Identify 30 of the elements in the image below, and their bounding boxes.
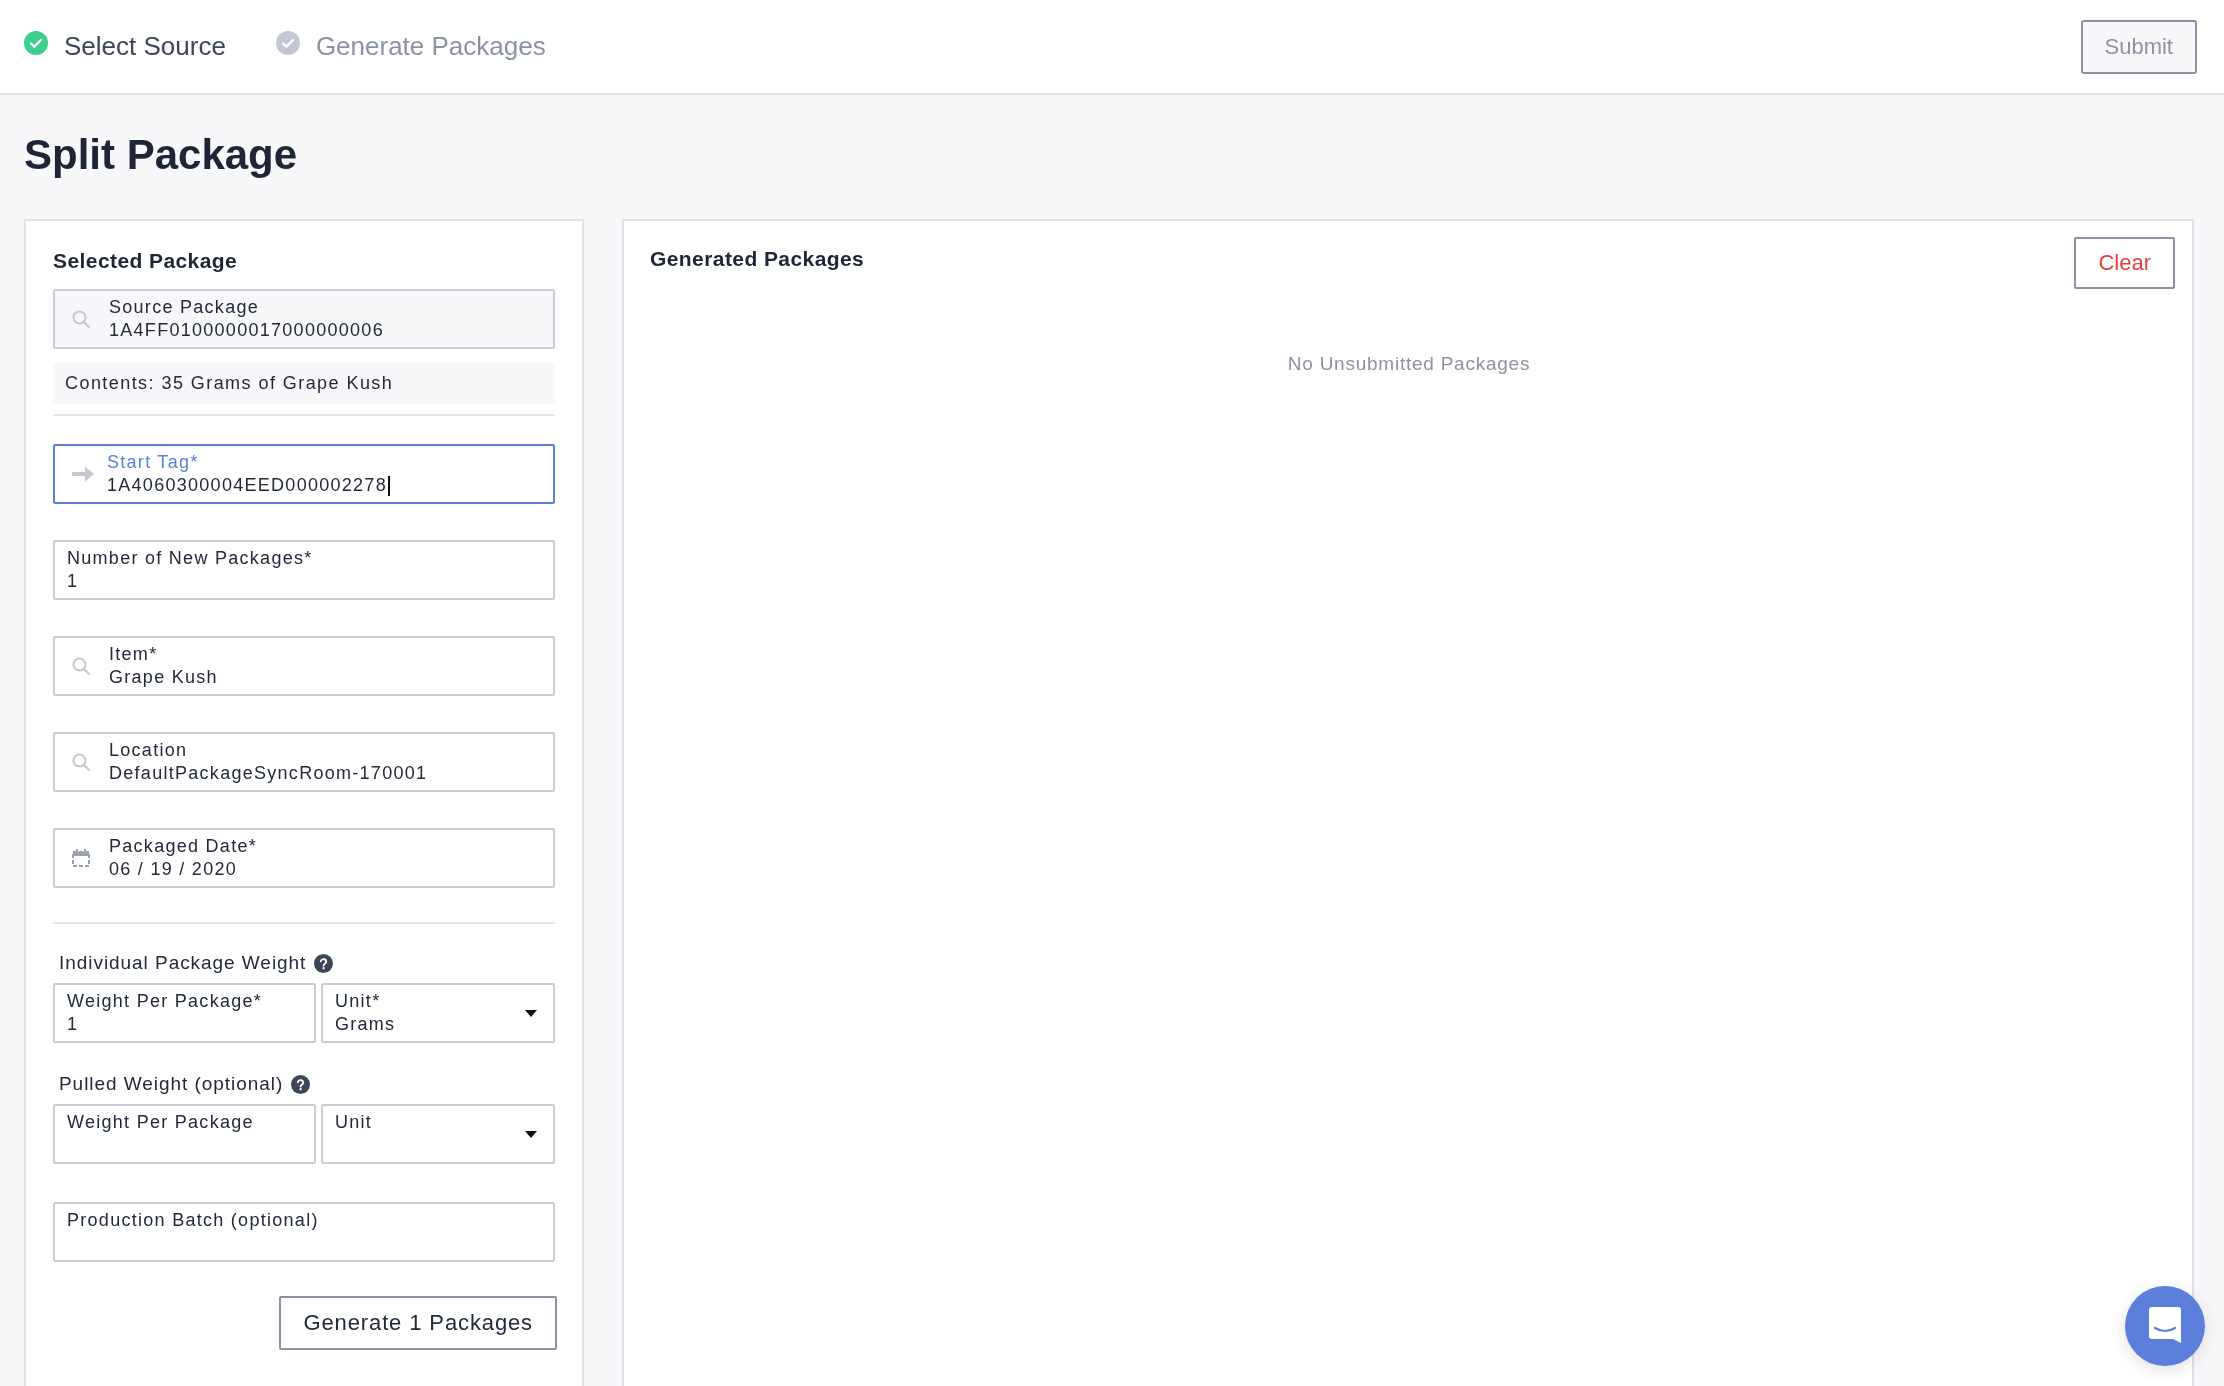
caret-down-icon xyxy=(525,1009,537,1017)
calendar-icon xyxy=(71,848,91,868)
input-field[interactable]: Number of New Packages* 1 xyxy=(53,540,555,600)
panel-title: Selected Package xyxy=(53,249,239,273)
source-package-field[interactable]: Source Package 1A4FF0100000017000000006 xyxy=(53,289,555,349)
empty-message: No Unsubmitted Packages xyxy=(1286,353,1532,375)
contents-info: Contents: 35 Grams of Grape Kush xyxy=(53,363,555,404)
input-field[interactable]: Production Batch (optional) xyxy=(53,1202,555,1262)
panel-title: Generated Packages xyxy=(650,247,865,271)
input-field[interactable]: Item* Grape Kush xyxy=(53,636,555,696)
unit-dropdown[interactable]: Unit xyxy=(321,1104,555,1164)
help-icon[interactable] xyxy=(314,953,334,973)
input-field[interactable]: Start Tag* 1A4060300004EED000002278 xyxy=(53,444,555,504)
input-field[interactable]: Location DefaultPackageSyncRoom-170001 xyxy=(53,732,555,792)
input-field[interactable]: Weight Per Package xyxy=(53,1104,316,1164)
caret-down-icon xyxy=(525,1130,537,1138)
search-icon xyxy=(71,752,91,772)
unit-dropdown[interactable]: Unit* Grams xyxy=(321,983,555,1043)
search-icon xyxy=(71,656,91,676)
page-title: Split Package xyxy=(24,131,299,179)
input-field[interactable]: Packaged Date* 06 / 19 / 2020 xyxy=(53,828,555,888)
search-icon xyxy=(71,309,91,329)
group-label: Individual Package Weight xyxy=(59,952,307,974)
step-label[interactable]: Select Source xyxy=(64,31,226,62)
generate-packages-button[interactable]: Generate 1 Packages xyxy=(279,1296,557,1350)
help-icon[interactable] xyxy=(291,1074,311,1094)
group-label: Pulled Weight (optional) xyxy=(59,1073,284,1095)
clear-button[interactable]: Clear xyxy=(2074,237,2175,289)
arrow-right-icon xyxy=(71,465,95,483)
input-field[interactable]: Weight Per Package* 1 xyxy=(53,983,316,1043)
